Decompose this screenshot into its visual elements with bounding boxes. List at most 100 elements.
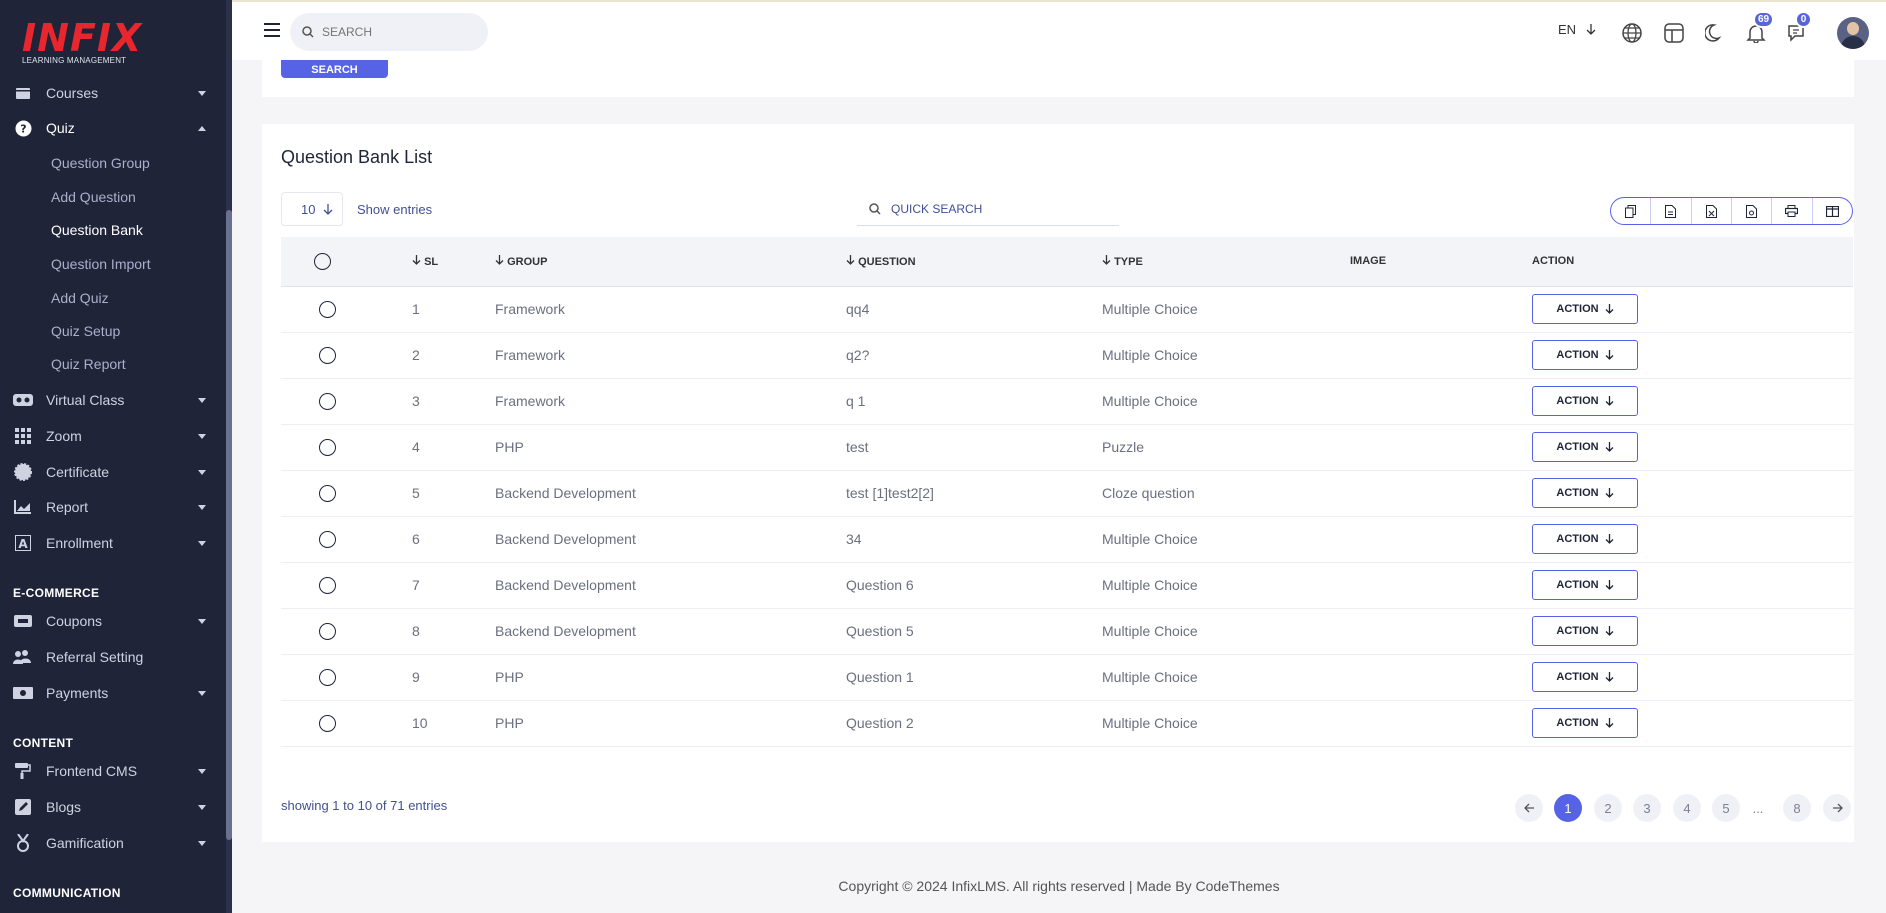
action-label: ACTION — [1556, 671, 1599, 683]
select-all-checkbox[interactable] — [314, 252, 331, 270]
row-action-button[interactable]: ACTION — [1532, 662, 1638, 692]
column-header-type[interactable]: TYPE — [1068, 237, 1350, 287]
avatar[interactable] — [1837, 17, 1869, 49]
cell-type: Multiple Choice — [1068, 332, 1350, 379]
layout-icon[interactable] — [1664, 23, 1684, 43]
sidebar-item-frontend-cms[interactable]: Frontend CMS — [0, 756, 226, 786]
page-button-8[interactable]: 8 — [1783, 794, 1811, 822]
arrow-left-icon — [1523, 803, 1534, 813]
page-button-2[interactable]: 2 — [1594, 794, 1622, 822]
entries-select[interactable]: 10 — [281, 192, 343, 226]
header-search-input[interactable] — [322, 25, 472, 39]
cell-question: test [1]test2[2] — [812, 470, 1068, 517]
sidebar-sub-question-import[interactable]: Question Import — [51, 256, 151, 272]
search-icon — [302, 26, 314, 38]
row-checkbox[interactable] — [319, 668, 336, 686]
chevron-down-icon — [198, 505, 206, 510]
sidebar-item-virtual-class[interactable]: Virtual Class — [0, 385, 226, 415]
prev-page-button[interactable] — [1515, 794, 1543, 822]
medal-icon — [13, 834, 33, 852]
sidebar-item-referral-setting[interactable]: Referral Setting — [0, 642, 226, 672]
page-button-3[interactable]: 3 — [1633, 794, 1661, 822]
copy-button[interactable] — [1611, 198, 1652, 224]
quick-search-input[interactable] — [891, 201, 1091, 216]
row-checkbox[interactable] — [319, 714, 336, 732]
cell-group: Framework — [461, 378, 812, 425]
row-select-cell — [281, 562, 371, 609]
sidebar-item-enrollment[interactable]: A Enrollment — [0, 528, 226, 558]
page-button-5[interactable]: 5 — [1712, 794, 1740, 822]
sidebar-item-label: Virtual Class — [46, 392, 125, 408]
sidebar-item-courses[interactable]: Courses — [0, 78, 226, 108]
language-select[interactable]: EN — [1558, 22, 1596, 37]
row-action-button[interactable]: ACTION — [1532, 294, 1638, 324]
logo[interactable]: INFIX LEARNING MANAGEMENT — [22, 18, 142, 65]
select-all-cell — [281, 237, 371, 287]
row-action-button[interactable]: ACTION — [1532, 524, 1638, 554]
row-action-button[interactable]: ACTION — [1532, 570, 1638, 600]
sidebar-sub-quiz-report[interactable]: Quiz Report — [51, 356, 126, 372]
row-checkbox[interactable] — [319, 438, 336, 456]
sidebar-item-blogs[interactable]: Blogs — [0, 792, 226, 822]
sidebar-item-payments[interactable]: Payments — [0, 678, 226, 708]
menu-toggle-icon[interactable] — [264, 23, 280, 37]
row-action-button[interactable]: ACTION — [1532, 386, 1638, 416]
sidebar-item-zoom[interactable]: Zoom — [0, 421, 226, 451]
filter-search-button[interactable]: SEARCH — [281, 60, 388, 78]
arrow-down-icon — [1605, 626, 1614, 636]
page-button-4[interactable]: 4 — [1673, 794, 1701, 822]
table-row: 7 Backend Development Question 6 Multiple C… — [281, 562, 1853, 609]
cell-action: ACTION — [1532, 700, 1853, 747]
table-row: 10 PHP Question 2 Multiple Choice ACTION — [281, 700, 1853, 747]
print-icon — [1785, 205, 1799, 217]
page-title: Question Bank List — [281, 147, 433, 167]
sidebar-item-coupons[interactable]: Coupons — [0, 606, 226, 636]
cell-type: Multiple Choice — [1068, 286, 1350, 333]
sidebar-item-gamification[interactable]: Gamification — [0, 828, 226, 858]
cell-question: qq4 — [812, 286, 1068, 333]
sidebar-sub-add-quiz[interactable]: Add Quiz — [51, 290, 109, 306]
row-checkbox[interactable] — [319, 576, 336, 594]
sidebar-item-quiz[interactable]: ? Quiz — [0, 113, 226, 143]
row-checkbox[interactable] — [319, 300, 336, 318]
row-checkbox[interactable] — [319, 530, 336, 548]
print-button[interactable] — [1772, 198, 1813, 224]
row-checkbox[interactable] — [319, 392, 336, 410]
row-action-button[interactable]: ACTION — [1532, 708, 1638, 738]
csv-button[interactable] — [1651, 198, 1692, 224]
cell-type: Multiple Choice — [1068, 516, 1350, 563]
moon-icon[interactable] — [1705, 23, 1725, 43]
globe-icon[interactable] — [1622, 23, 1642, 43]
sidebar-sub-question-group[interactable]: Question Group — [51, 155, 150, 171]
column-header-question[interactable]: QUESTION — [812, 237, 1068, 287]
row-action-button[interactable]: ACTION — [1532, 340, 1638, 370]
page-button-1[interactable]: 1 — [1554, 794, 1582, 822]
copy-icon — [1625, 204, 1637, 218]
coupon-icon — [13, 613, 33, 629]
cell-image — [1350, 608, 1532, 655]
row-checkbox[interactable] — [319, 346, 336, 364]
logo-text: INFIX — [22, 16, 143, 60]
row-action-button[interactable]: ACTION — [1532, 478, 1638, 508]
sidebar-sub-add-question[interactable]: Add Question — [51, 189, 136, 205]
columns-button[interactable] — [1813, 198, 1852, 224]
quick-search[interactable] — [857, 192, 1119, 226]
pdf-button[interactable] — [1732, 198, 1773, 224]
sidebar-item-certificate[interactable]: Certificate — [0, 457, 226, 487]
sidebar-sub-question-bank[interactable]: Question Bank — [51, 222, 143, 238]
row-checkbox[interactable] — [319, 484, 336, 502]
column-header-group[interactable]: GROUP — [461, 237, 812, 287]
row-action-button[interactable]: ACTION — [1532, 616, 1638, 646]
cell-group: Framework — [461, 332, 812, 379]
header-search[interactable] — [290, 13, 488, 51]
sidebar-sub-quiz-setup[interactable]: Quiz Setup — [51, 323, 120, 339]
next-page-button[interactable] — [1823, 794, 1851, 822]
column-header-sl[interactable]: SL — [371, 237, 461, 287]
sidebar-item-report[interactable]: Report — [0, 492, 226, 522]
row-checkbox[interactable] — [319, 622, 336, 640]
sidebar-item-label: Enrollment — [46, 535, 113, 551]
sidebar-scrollbar-thumb[interactable] — [226, 210, 232, 840]
sidebar-item-label: Quiz — [46, 120, 75, 136]
excel-button[interactable] — [1692, 198, 1732, 224]
row-action-button[interactable]: ACTION — [1532, 432, 1638, 462]
